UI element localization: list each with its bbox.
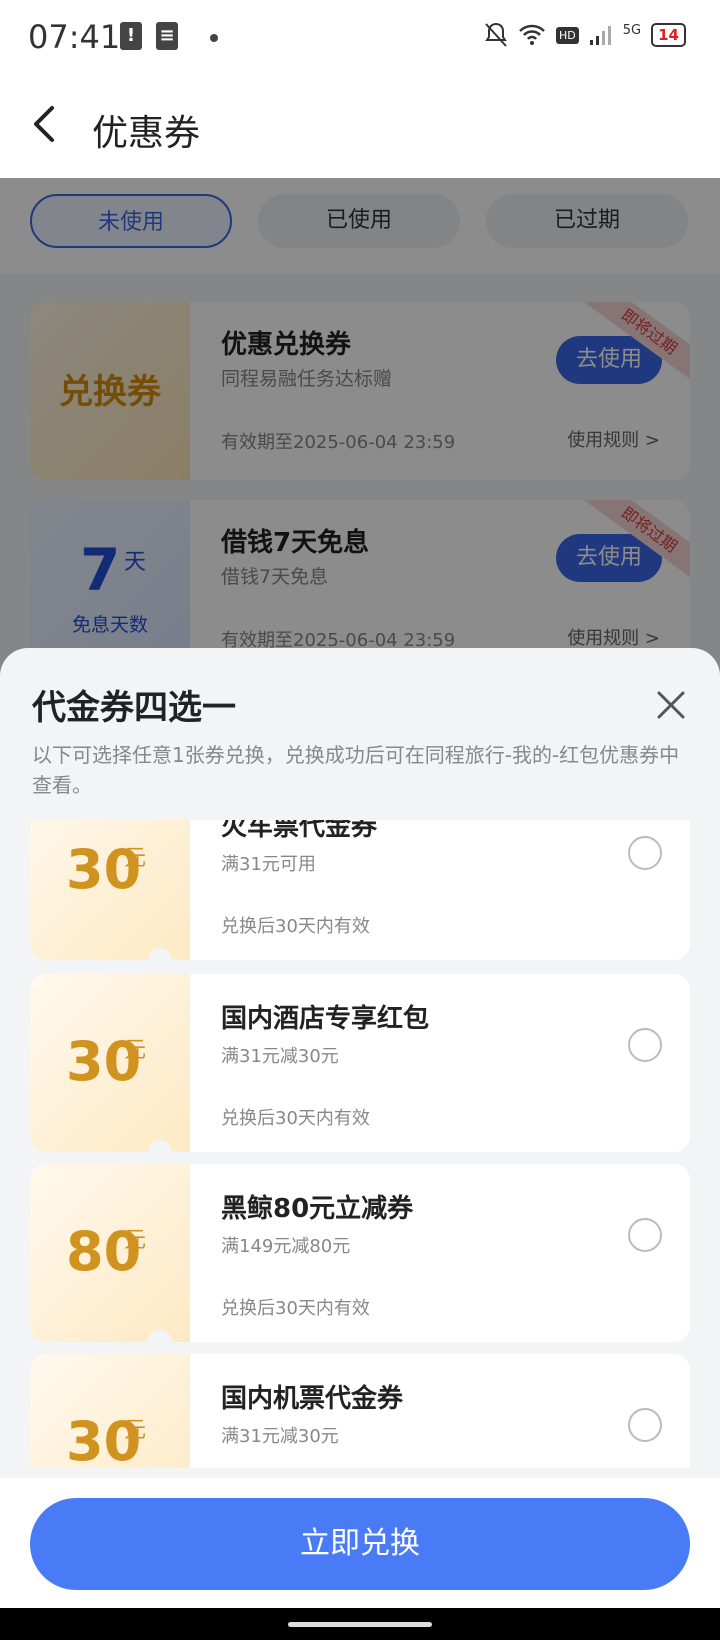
back-arrow-icon[interactable] [28, 102, 62, 146]
voucher-title: 火车票代金券 [221, 820, 378, 842]
voucher-condition: 满31元减30元 [221, 1426, 339, 1447]
voucher-item[interactable]: 30 元 国内酒店专享红包 满31元减30元 兑换后30天内有效 [30, 974, 690, 1152]
note-icon: ≡ [156, 22, 178, 50]
notch [148, 1330, 172, 1354]
voucher-item[interactable]: 80 元 黑鲸80元立减券 满149元减80元 兑换后30天内有效 [30, 1164, 690, 1342]
voucher-validity: 兑换后30天内有效 [221, 916, 370, 937]
voucher-amount-panel: 80 元 [30, 1164, 190, 1342]
voucher-unit: 元 [124, 1228, 147, 1253]
status-bar: 07:41 ! ≡ HD 5G 14 [0, 0, 720, 74]
status-left-icons: ! ≡ [120, 22, 218, 50]
voucher-amount-panel: 30 元 [30, 820, 190, 960]
voucher-choice-sheet: 代金券四选一 以下可选择任意1张券兑换，兑换成功后可在同程旅行-我的-红包优惠券… [0, 648, 720, 1608]
home-handle[interactable] [288, 1622, 432, 1627]
voucher-list[interactable]: 30 元 火车票代金券 满31元可用 兑换后30天内有效 30 元 国内酒店专享… [0, 820, 720, 1468]
notch [148, 948, 172, 972]
voucher-item[interactable]: 30 元 国内机票代金券 满31元减30元 [30, 1354, 690, 1468]
voucher-unit: 元 [124, 1418, 147, 1443]
voucher-condition: 满31元减30元 [221, 1046, 339, 1067]
voucher-item[interactable]: 30 元 火车票代金券 满31元可用 兑换后30天内有效 [30, 820, 690, 960]
voucher-radio[interactable] [628, 1028, 662, 1062]
wifi-icon [519, 24, 545, 45]
sheet-title: 代金券四选一 [32, 688, 236, 728]
system-nav-bar [0, 1608, 720, 1640]
notch [148, 1140, 172, 1164]
voucher-title: 黑鲸80元立减券 [221, 1194, 414, 1224]
bell-off-icon [485, 22, 507, 47]
voucher-condition: 满149元减80元 [221, 1236, 351, 1257]
app-header: 优惠券 [0, 74, 720, 178]
voucher-title: 国内酒店专享红包 [221, 1004, 430, 1034]
voucher-title: 国内机票代金券 [221, 1384, 404, 1414]
redeem-now-button[interactable]: 立即兑换 [30, 1498, 690, 1590]
status-time: 07:41 [28, 18, 121, 56]
voucher-radio[interactable] [628, 1408, 662, 1442]
alert-icon: ! [120, 22, 142, 50]
voucher-unit: 元 [124, 846, 147, 871]
status-right-icons: HD 5G 14 [484, 22, 686, 48]
sheet-description: 以下可选择任意1张券兑换，兑换成功后可在同程旅行-我的-红包优惠券中查看。 [32, 743, 680, 797]
signal-icon [589, 26, 611, 45]
voucher-validity: 兑换后30天内有效 [221, 1108, 370, 1129]
battery-icon: 14 [651, 23, 686, 47]
voucher-radio[interactable] [628, 836, 662, 870]
voucher-unit: 元 [124, 1038, 147, 1063]
dot-icon [210, 34, 218, 42]
voucher-amount-panel: 30 元 [30, 974, 190, 1152]
voucher-radio[interactable] [628, 1218, 662, 1252]
close-icon[interactable] [656, 690, 686, 720]
page-title: 优惠券 [92, 113, 201, 154]
voucher-amount-panel: 30 元 [30, 1354, 190, 1468]
voucher-condition: 满31元可用 [221, 854, 316, 875]
hd-badge: HD [556, 26, 579, 44]
voucher-validity: 兑换后30天内有效 [221, 1298, 370, 1319]
network-type: 5G [622, 22, 642, 38]
sheet-footer: 立即兑换 [0, 1478, 720, 1608]
